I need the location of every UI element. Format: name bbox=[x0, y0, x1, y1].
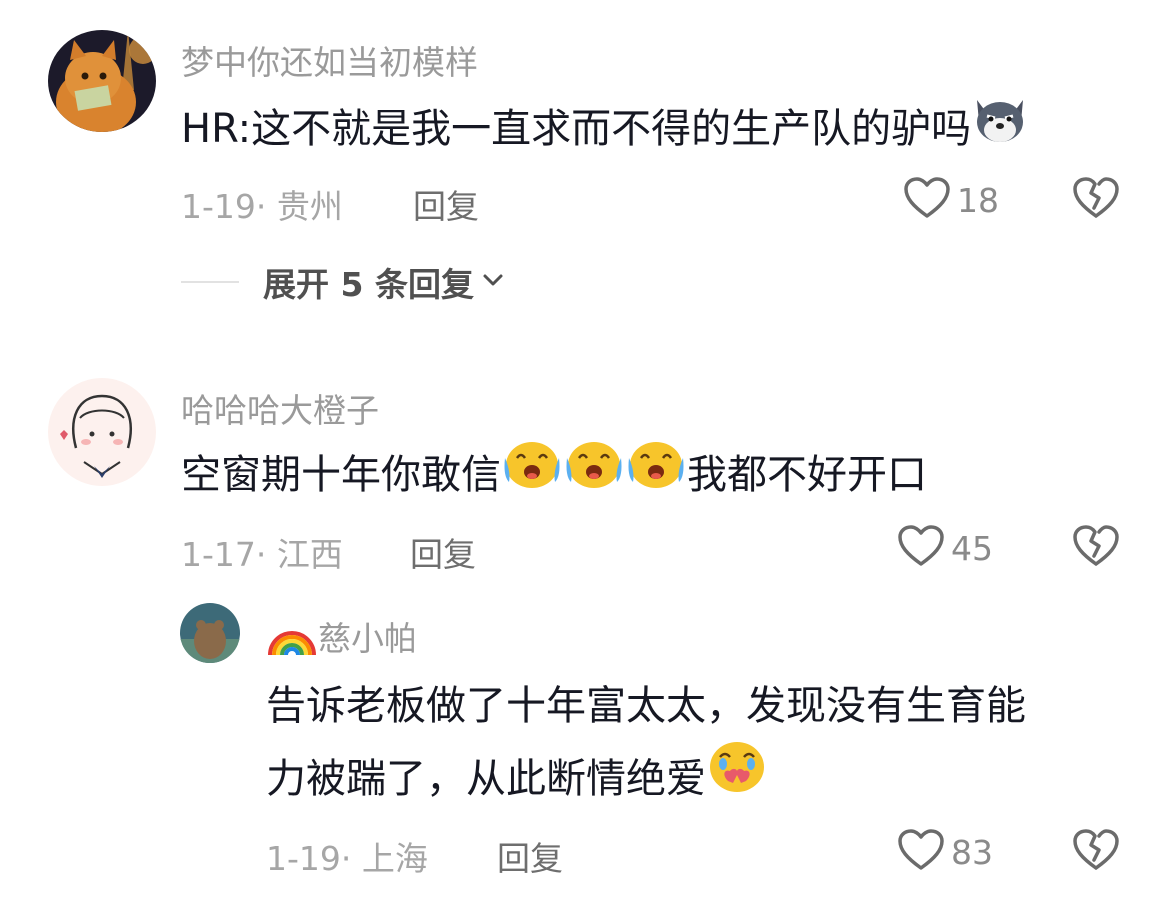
expand-replies-label: 展开 5 条回复 bbox=[263, 265, 474, 304]
like-button[interactable]: 18 bbox=[903, 176, 999, 224]
avatar[interactable] bbox=[180, 603, 240, 663]
avatar[interactable] bbox=[48, 378, 156, 486]
comment-date: 1-19 bbox=[181, 187, 256, 226]
username[interactable]: 哈哈哈大橙子 bbox=[181, 384, 379, 432]
meta-separator: · bbox=[340, 839, 362, 878]
comment-meta: 1-19· 贵州 bbox=[181, 180, 343, 228]
username[interactable]: 梦中你还如当初模样 bbox=[181, 36, 478, 84]
comment-location: 江西 bbox=[276, 535, 343, 574]
rainbow-emoji bbox=[266, 617, 318, 665]
comment-location: 贵州 bbox=[276, 187, 343, 226]
meta-separator: · bbox=[255, 535, 277, 574]
comment-text-body: HR:这不就是我一直求而不得的生产队的驴吗 bbox=[181, 106, 972, 152]
comment-text-body: 空窗期十年你敢信 bbox=[181, 452, 501, 498]
crying-laughing-emoji bbox=[563, 434, 625, 520]
broken-heart-icon bbox=[1072, 525, 1120, 572]
like-button[interactable]: 83 bbox=[897, 828, 993, 876]
dislike-button[interactable] bbox=[1072, 176, 1120, 224]
like-button[interactable]: 45 bbox=[897, 524, 993, 572]
comment-text-body: 我都不好开口 bbox=[687, 452, 927, 498]
comment-text: 空窗期十年你敢信 我都不好开口 bbox=[181, 432, 927, 520]
dislike-button[interactable] bbox=[1072, 524, 1120, 572]
meta-separator: · bbox=[255, 187, 277, 226]
heart-icon bbox=[897, 828, 945, 876]
comment-meta: 1-17· 江西 bbox=[181, 528, 343, 576]
crying-laughing-emoji bbox=[625, 434, 687, 520]
heartbroken-crying-emoji bbox=[706, 737, 768, 825]
username-text: 慈小帕 bbox=[318, 619, 417, 658]
comment-date: 1-17 bbox=[181, 535, 256, 574]
heart-icon bbox=[903, 176, 951, 224]
comment-text: HR:这不就是我一直求而不得的生产队的驴吗 bbox=[181, 86, 1029, 174]
chevron-down-icon bbox=[482, 272, 504, 292]
reply-text-body: 力被踹了，从此断情绝爱 bbox=[266, 756, 706, 802]
like-count: 83 bbox=[951, 832, 993, 872]
heart-icon bbox=[897, 524, 945, 572]
broken-heart-icon bbox=[1072, 829, 1120, 876]
reply-button[interactable]: 回复 bbox=[497, 832, 563, 880]
reply-button[interactable]: 回复 bbox=[410, 528, 476, 576]
crying-laughing-emoji bbox=[501, 434, 563, 520]
dislike-button[interactable] bbox=[1072, 828, 1120, 876]
broken-heart-icon bbox=[1072, 177, 1120, 224]
reply-text-line: 力被踹了，从此断情绝爱 bbox=[266, 736, 768, 825]
comment-meta: 1-19· 上海 bbox=[266, 832, 428, 880]
like-count: 45 bbox=[951, 528, 993, 568]
avatar[interactable] bbox=[48, 30, 156, 132]
expand-replies-button[interactable]: 展开 5 条回复 bbox=[181, 258, 504, 306]
like-count: 18 bbox=[957, 180, 999, 220]
divider-line bbox=[181, 281, 239, 283]
reply-button[interactable]: 回复 bbox=[413, 180, 479, 228]
username[interactable]: 慈小帕 bbox=[266, 612, 417, 665]
comment-date: 1-19 bbox=[266, 839, 341, 878]
dog-face-emoji bbox=[971, 88, 1029, 174]
comment-location: 上海 bbox=[361, 839, 428, 878]
